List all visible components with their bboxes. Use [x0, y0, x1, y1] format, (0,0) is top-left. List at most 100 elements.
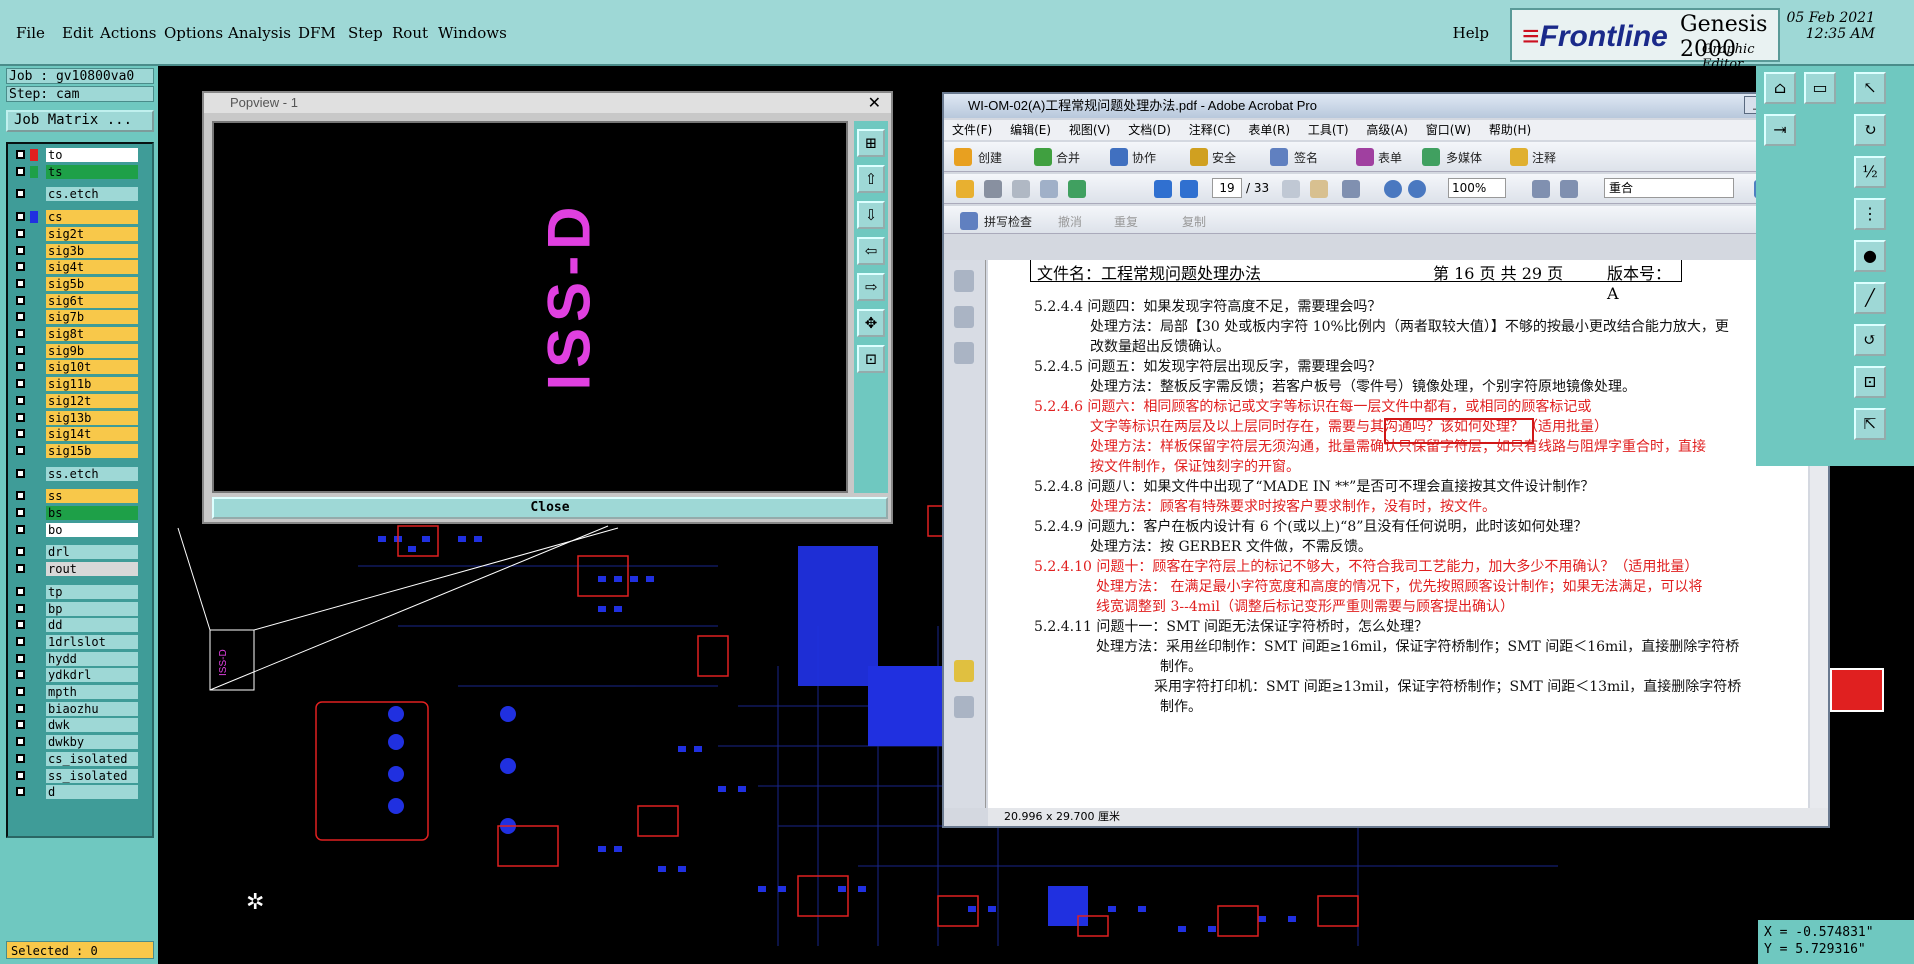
pan-down-icon[interactable]: ⇩: [857, 201, 885, 229]
acro-menu-window[interactable]: 窗口(W): [1426, 123, 1471, 137]
menu-analysis[interactable]: Analysis: [228, 24, 291, 42]
layer-name[interactable]: drl: [46, 545, 138, 560]
layer-name[interactable]: sig14t: [46, 427, 138, 442]
share-icon[interactable]: [1068, 180, 1086, 198]
undo-button[interactable]: 撤消: [1058, 213, 1082, 230]
tool-step-icon[interactable]: ⇥: [1764, 114, 1796, 146]
prev-page-icon[interactable]: [1154, 180, 1172, 198]
layer-row[interactable]: sig13b: [12, 410, 150, 425]
layer-checkbox[interactable]: [16, 468, 25, 478]
print-icon[interactable]: [984, 180, 1002, 198]
tool-line-icon[interactable]: ╱: [1854, 282, 1886, 314]
fit-page-icon[interactable]: [1532, 180, 1550, 198]
zoom-in-icon[interactable]: ⊞: [857, 129, 885, 157]
create-button[interactable]: 创建: [978, 149, 1002, 166]
zoom-level[interactable]: 100%: [1448, 178, 1506, 198]
layer-row[interactable]: biaozhu: [12, 701, 150, 716]
layer-name[interactable]: dwk: [46, 718, 138, 733]
layer-row[interactable]: bp: [12, 601, 150, 616]
layer-checkbox[interactable]: [16, 620, 25, 630]
job-matrix-button[interactable]: Job Matrix ...: [6, 110, 154, 132]
layer-name[interactable]: ss_isolated: [46, 768, 138, 783]
next-page-icon[interactable]: [1180, 180, 1198, 198]
email-icon[interactable]: [1040, 180, 1058, 198]
save-icon[interactable]: [1012, 180, 1030, 198]
layer-checkbox[interactable]: [16, 524, 25, 534]
layer-checkbox[interactable]: [16, 787, 25, 797]
layer-name[interactable]: sig6t: [46, 293, 138, 308]
document-page[interactable]: 文件名：工程常规问题处理办法 第 16 页 共 29 页 版本号：A 5.2.4…: [988, 260, 1808, 808]
tool-sheet-icon[interactable]: ▭: [1804, 72, 1836, 104]
acro-menu-edit[interactable]: 编辑(E): [1010, 123, 1051, 137]
layer-row[interactable]: ydkdrl: [12, 668, 150, 683]
layer-checkbox[interactable]: [16, 228, 25, 238]
layer-checkbox[interactable]: [16, 636, 25, 646]
tool-home-icon[interactable]: ⌂: [1764, 72, 1796, 104]
layer-row[interactable]: ts: [12, 164, 150, 179]
forms-button[interactable]: 表单: [1378, 149, 1402, 166]
redo-button[interactable]: 重复: [1114, 213, 1138, 230]
menu-dfm[interactable]: DFM: [298, 24, 336, 42]
layer-row[interactable]: sig15b: [12, 443, 150, 458]
layer-name[interactable]: sig13b: [46, 410, 138, 425]
layer-checkbox[interactable]: [16, 245, 25, 255]
layer-name[interactable]: dwkby: [46, 735, 138, 750]
tool-cursor-icon[interactable]: ↖: [1854, 72, 1886, 104]
layer-name[interactable]: mpth: [46, 685, 138, 699]
layer-row[interactable]: cs_isolated: [12, 751, 150, 766]
layer-name[interactable]: dd: [46, 618, 138, 633]
layer-row[interactable]: rout: [12, 562, 150, 577]
fit-icon[interactable]: ✥: [857, 309, 885, 337]
layer-name[interactable]: bs: [46, 506, 138, 520]
zoom-fit-icon[interactable]: ⊡: [857, 345, 885, 373]
acro-menu-help[interactable]: 帮助(H): [1489, 123, 1531, 137]
layer-row[interactable]: ss.etch: [12, 466, 150, 481]
layer-checkbox[interactable]: [16, 491, 25, 501]
pages-icon[interactable]: [954, 270, 974, 292]
tool-move-icon[interactable]: ⊡: [1854, 366, 1886, 398]
view-mode-select[interactable]: 重合: [1604, 178, 1734, 198]
layer-name[interactable]: ydkdrl: [46, 668, 138, 683]
comments-icon[interactable]: [954, 660, 974, 682]
layer-row[interactable]: sig11b: [12, 377, 150, 392]
acro-menu-tools[interactable]: 工具(T): [1308, 123, 1349, 137]
layer-name[interactable]: sig2t: [46, 226, 138, 241]
acro-menu-comments[interactable]: 注释(C): [1189, 123, 1231, 137]
layer-name[interactable]: sig3b: [46, 243, 138, 258]
menu-help[interactable]: Help: [1453, 24, 1489, 42]
layer-checkbox[interactable]: [16, 295, 25, 305]
acro-menu-forms[interactable]: 表单(R): [1248, 123, 1290, 137]
layer-checkbox[interactable]: [16, 150, 25, 159]
layer-row[interactable]: sig9b: [12, 343, 150, 358]
layer-row[interactable]: sig8t: [12, 327, 150, 341]
layer-row[interactable]: sig2t: [12, 226, 150, 241]
layer-row[interactable]: to: [12, 148, 150, 162]
layer-row[interactable]: sig3b: [12, 243, 150, 258]
acro-menu-document[interactable]: 文档(D): [1128, 123, 1171, 137]
layer-row[interactable]: ss: [12, 489, 150, 504]
zoom-in-icon[interactable]: [1408, 180, 1426, 198]
layer-name[interactable]: sig9b: [46, 343, 138, 358]
layer-name[interactable]: ss.etch: [46, 466, 138, 481]
multimedia-button[interactable]: 多媒体: [1446, 149, 1482, 166]
layer-name[interactable]: ts: [46, 164, 138, 179]
tool-pad-icon[interactable]: ●: [1854, 240, 1886, 272]
layer-name[interactable]: to: [46, 148, 138, 162]
tool-scale-icon[interactable]: ½: [1854, 156, 1886, 188]
layer-row[interactable]: dwk: [12, 718, 150, 733]
layer-checkbox[interactable]: [16, 687, 25, 696]
layer-name[interactable]: cs_isolated: [46, 751, 138, 766]
layer-checkbox[interactable]: [16, 278, 25, 288]
layer-row[interactable]: ss_isolated: [12, 768, 150, 783]
layer-row[interactable]: sig4t: [12, 260, 150, 275]
layer-name[interactable]: sig7b: [46, 310, 138, 325]
layer-row[interactable]: bo: [12, 522, 150, 537]
layer-checkbox[interactable]: [16, 564, 25, 574]
popview-close-button[interactable]: Close: [212, 497, 888, 519]
copy-button[interactable]: 复制: [1182, 213, 1206, 230]
layer-name[interactable]: 1drlslot: [46, 634, 138, 649]
layer-row[interactable]: 1drlslot: [12, 634, 150, 649]
menu-options[interactable]: Options: [164, 24, 223, 42]
pan-up-icon[interactable]: ⇧: [857, 165, 885, 193]
layer-checkbox[interactable]: [16, 703, 25, 713]
